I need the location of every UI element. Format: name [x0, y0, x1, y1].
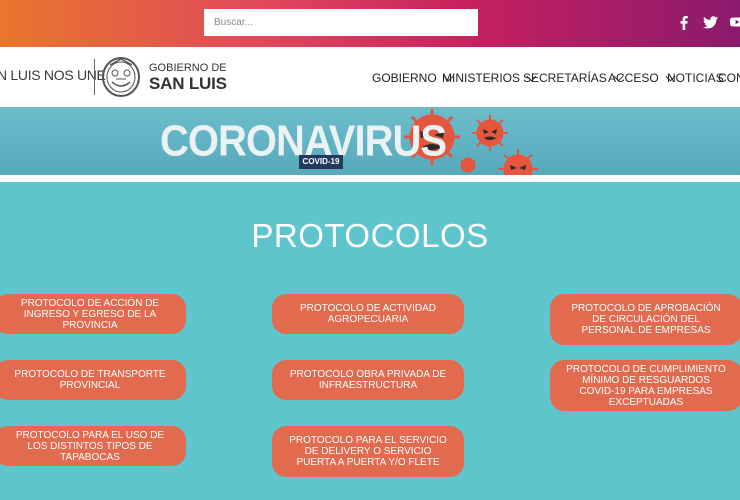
slogan-text: N LUIS NOS UNE	[0, 67, 106, 83]
nav-item-noticias[interactable]: NOTICIAS	[667, 71, 724, 85]
nav-item-contacto[interactable]: CONT	[718, 71, 740, 85]
youtube-icon[interactable]	[730, 16, 740, 28]
protocol-button-tapabocas[interactable]: PROTOCOLO PARA EL USO DE LOS DISTINTOS T…	[0, 426, 186, 466]
province-label[interactable]: SAN LUIS	[149, 74, 227, 94]
protocol-button-ingreso-egreso[interactable]: PROTOCOLO DE ACCIÓN DE INGRESO Y EGRESO …	[0, 294, 186, 334]
protocols-section: PROTOCOLOS PROTOCOLO DE ACCIÓN DE INGRES…	[0, 182, 740, 500]
covid-badge: COVID-19	[299, 155, 343, 169]
nav-item-label: SECRETARÍAS	[523, 71, 607, 85]
protocol-button-resguardos-covid[interactable]: PROTOCOLO DE CUMPLIMIENTO MÍNIMO DE RESG…	[550, 360, 740, 411]
top-bar	[0, 0, 740, 47]
nav-item-ministerios[interactable]: MINISTERIOS	[442, 71, 537, 85]
header-divider	[94, 59, 95, 95]
nav-item-acceso[interactable]: ACCESO	[608, 71, 676, 85]
protocol-button-agropecuaria[interactable]: PROTOCOLO DE ACTIVIDAD AGROPECUARIA	[272, 294, 464, 334]
provincial-seal-icon[interactable]	[101, 56, 141, 98]
facebook-icon[interactable]	[680, 16, 688, 30]
protocol-button-delivery[interactable]: PROTOCOLO PARA EL SERVICIO DE DELIVERY O…	[272, 426, 464, 477]
search-input[interactable]	[204, 9, 478, 36]
nav-item-label: CONT	[718, 71, 740, 85]
section-separator	[0, 175, 740, 182]
nav-item-label: ACCESO	[608, 71, 659, 85]
nav-item-label: GOBIERNO	[372, 71, 437, 85]
protocol-button-transporte[interactable]: PROTOCOLO DE TRANSPORTE PROVINCIAL	[0, 360, 186, 400]
protocol-button-circulacion-personal[interactable]: PROTOCOLO DE APROBACIÓN DE CIRCULACIÓN D…	[550, 294, 740, 345]
twitter-icon[interactable]	[703, 16, 718, 29]
protocol-button-obra-privada[interactable]: PROTOCOLO OBRA PRIVADA DE INFRAESTRUCTUR…	[272, 360, 464, 400]
nav-item-gobierno[interactable]: GOBIERNO	[372, 71, 454, 85]
section-title: PROTOCOLOS	[251, 217, 489, 254]
nav-item-label: NOTICIAS	[667, 71, 724, 85]
coronavirus-banner[interactable]: CORONAVIRUS COVID-19	[0, 107, 740, 175]
government-label[interactable]: GOBIERNO DE	[149, 62, 227, 74]
site-header: N LUIS NOS UNE GOBIERNO DE SAN LUIS GOBI…	[0, 47, 740, 107]
nav-item-label: MINISTERIOS	[442, 71, 521, 85]
nav-item-secretarias[interactable]: SECRETARÍAS	[523, 71, 624, 85]
